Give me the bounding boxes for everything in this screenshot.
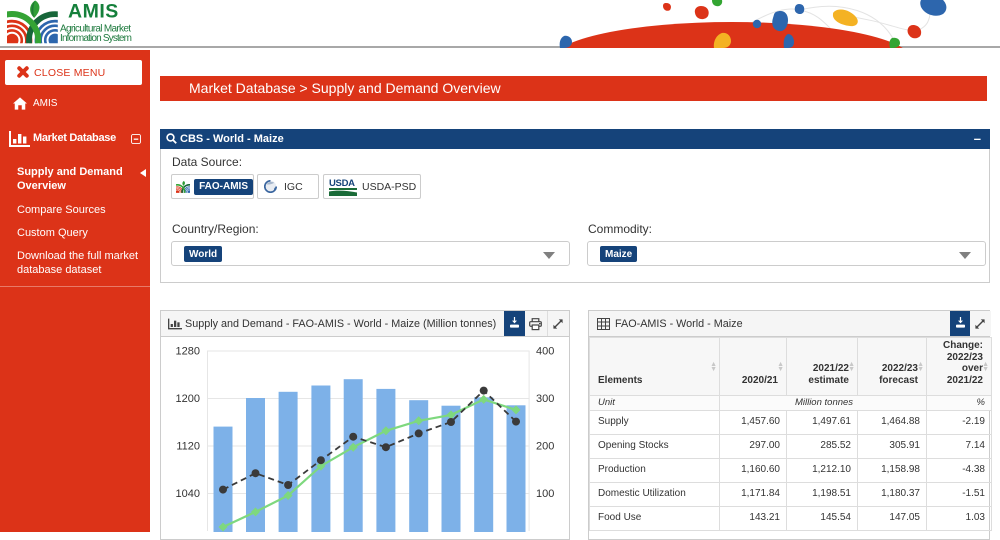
svg-text:1120: 1120 (176, 441, 200, 453)
svg-text:USDA: USDA (329, 178, 355, 189)
svg-text:AMIS: AMIS (68, 1, 119, 23)
svg-text:400: 400 (536, 346, 554, 358)
svg-text:1200: 1200 (176, 393, 200, 405)
svg-text:1040: 1040 (176, 488, 200, 500)
svg-text:300: 300 (536, 393, 554, 405)
svg-text:100: 100 (536, 488, 554, 500)
svg-text:200: 200 (536, 441, 554, 453)
svg-text:1280: 1280 (176, 346, 200, 358)
svg-text:Information System: Information System (60, 33, 132, 44)
